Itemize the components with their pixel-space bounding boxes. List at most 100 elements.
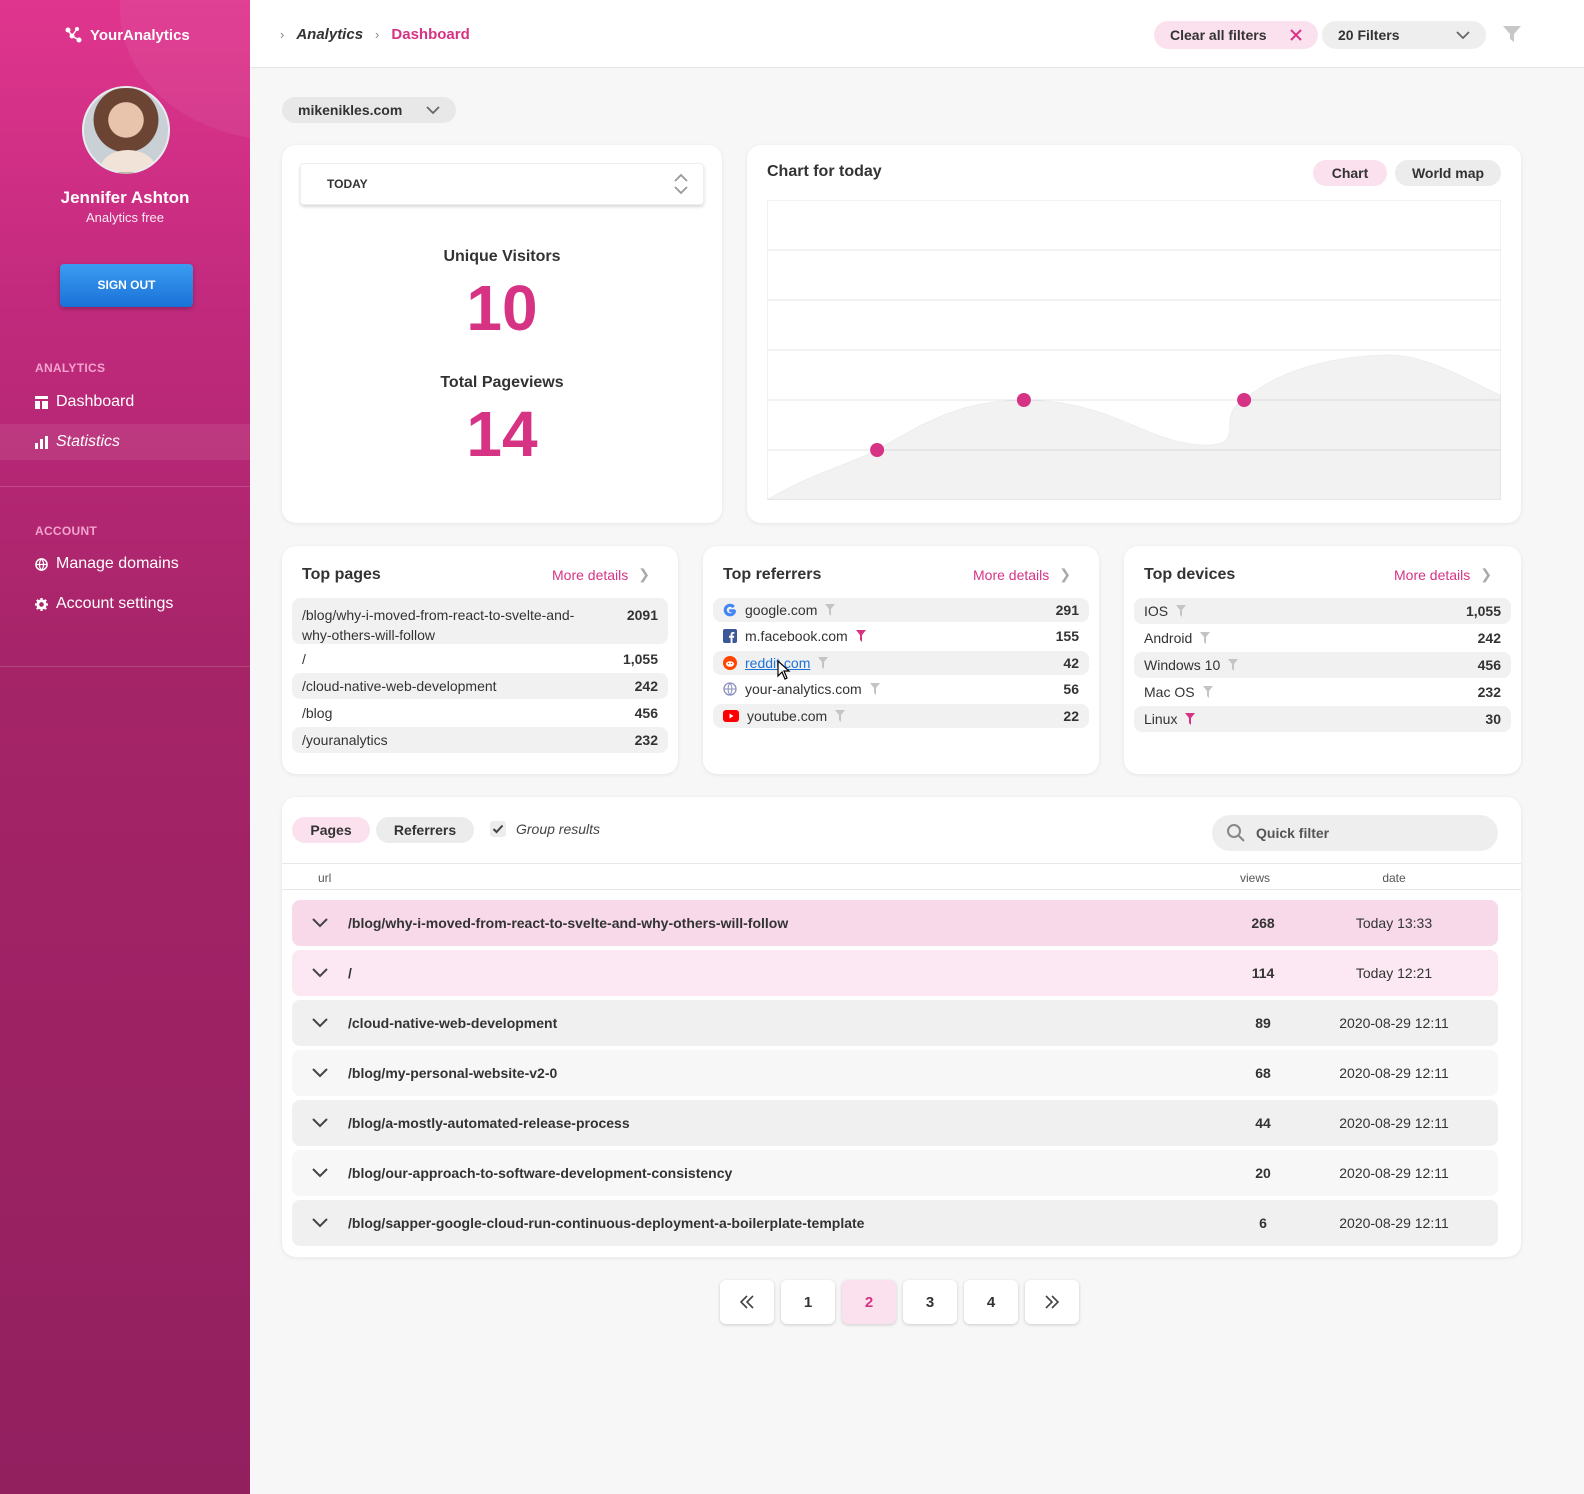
total-pageviews-value: 14 — [466, 398, 538, 470]
filter-icon[interactable] — [835, 710, 846, 722]
domain-select[interactable]: mikenikles.com — [282, 97, 456, 123]
sidebar-item-label: Statistics — [56, 433, 121, 450]
top-pages-more-details[interactable]: More details ❯ — [552, 566, 650, 583]
list-item[interactable]: Android 242 — [1134, 625, 1511, 651]
sidebar-item-dashboard[interactable]: Dashboard — [0, 384, 250, 420]
page-path: / — [302, 651, 306, 667]
sidebar-item-manage-domains[interactable]: Manage domains — [0, 546, 250, 582]
column-header-url[interactable]: url — [318, 871, 331, 885]
list-item[interactable]: reddit.com 42 — [713, 651, 1089, 675]
tab-chart[interactable]: Chart — [1313, 160, 1387, 186]
page-views: 242 — [634, 678, 658, 694]
table-row[interactable]: /blog/sapper-google-cloud-run-continuous… — [292, 1200, 1498, 1246]
list-item[interactable]: /blog 456 — [292, 700, 668, 726]
chart-card: Chart for today Chart World map — [747, 145, 1521, 523]
results-table-card: Pages Referrers Group results Quick filt… — [282, 797, 1521, 1257]
page-path: /blog — [302, 705, 333, 721]
filter-icon[interactable] — [1228, 659, 1239, 671]
top-referrers-more-details[interactable]: More details ❯ — [973, 566, 1071, 583]
chevron-down-icon — [426, 106, 440, 114]
pagination-page-2[interactable]: 2 — [842, 1280, 896, 1324]
list-item[interactable]: /cloud-native-web-development 242 — [292, 673, 668, 699]
list-item[interactable]: IOS 1,055 — [1134, 598, 1511, 624]
close-icon — [1290, 29, 1302, 41]
pagination-last-button[interactable] — [1025, 1280, 1079, 1324]
table-row[interactable]: /blog/a-mostly-automated-release-process… — [292, 1100, 1498, 1146]
referrer-views: 291 — [1055, 602, 1079, 618]
sign-out-button[interactable]: SIGN OUT — [60, 264, 193, 307]
tab-referrers[interactable]: Referrers — [376, 817, 474, 843]
tab-world-map[interactable]: World map — [1395, 160, 1501, 186]
sidebar-item-label: Manage domains — [56, 555, 179, 572]
breadcrumb-analytics[interactable]: Analytics — [296, 26, 363, 43]
chevron-down-icon[interactable] — [312, 1068, 328, 1078]
list-item[interactable]: /youranalytics 232 — [292, 727, 668, 753]
list-item[interactable]: /blog/why-i-moved-from-react-to-svelte-a… — [292, 598, 668, 644]
referrer-name: your-analytics.com — [745, 681, 862, 697]
table-row[interactable]: /blog/why-i-moved-from-react-to-svelte-a… — [292, 900, 1498, 946]
row-date: 2020-08-29 12:11 — [1339, 1015, 1449, 1031]
device-views: 456 — [1477, 657, 1501, 673]
filter-icon[interactable] — [1202, 686, 1213, 698]
filter-icon[interactable] — [869, 683, 880, 695]
row-views: 114 — [1251, 965, 1275, 981]
sidebar-item-statistics[interactable]: Statistics — [0, 424, 250, 460]
list-item[interactable]: youtube.com 22 — [713, 704, 1089, 728]
tab-pages[interactable]: Pages — [292, 817, 370, 843]
chevron-down-icon[interactable] — [312, 1118, 328, 1128]
list-item[interactable]: m.facebook.com 155 — [713, 624, 1089, 648]
list-item[interactable]: Mac OS 232 — [1134, 679, 1511, 705]
clear-filters-button[interactable]: Clear all filters — [1154, 21, 1318, 49]
table-row[interactable]: /blog/my-personal-website-v2-0 68 2020-0… — [292, 1050, 1498, 1096]
quick-filter-input[interactable]: Quick filter — [1212, 815, 1498, 851]
period-select[interactable]: TODAY — [300, 163, 704, 205]
filter-icon[interactable] — [825, 604, 836, 616]
filter-active-icon[interactable] — [855, 630, 866, 642]
table-divider — [282, 889, 1521, 890]
domain-select-value: mikenikles.com — [298, 102, 403, 118]
pagination-page-1[interactable]: 1 — [781, 1280, 835, 1324]
sidebar: YourAnalytics Jennifer Ashton Analytics … — [0, 0, 250, 1494]
filter-icon[interactable] — [818, 657, 829, 669]
filter-icon[interactable] — [1502, 24, 1522, 44]
row-date: 2020-08-29 12:11 — [1339, 1165, 1449, 1181]
avatar[interactable] — [82, 86, 170, 174]
list-item[interactable]: / 1,055 — [292, 646, 668, 672]
chevron-down-icon[interactable] — [312, 1168, 328, 1178]
app-logo[interactable]: YourAnalytics — [64, 26, 190, 44]
globe-icon — [35, 557, 48, 571]
column-header-views[interactable]: views — [1230, 871, 1280, 885]
table-row[interactable]: /cloud-native-web-development 89 2020-08… — [292, 1000, 1498, 1046]
filter-icon[interactable] — [1176, 605, 1187, 617]
chevron-down-icon[interactable] — [312, 1218, 328, 1228]
filters-label: 20 Filters — [1338, 27, 1400, 43]
reddit-icon — [723, 656, 737, 670]
chevron-down-icon[interactable] — [312, 1018, 328, 1028]
chart-data-point — [1016, 393, 1031, 407]
pagination-first-button[interactable] — [720, 1280, 774, 1324]
table-row[interactable]: / 114 Today 12:21 — [292, 950, 1498, 996]
chevron-down-icon[interactable] — [312, 918, 328, 928]
sidebar-item-account-settings[interactable]: Account settings — [0, 586, 250, 622]
list-item[interactable]: google.com 291 — [713, 598, 1089, 622]
list-item[interactable]: Linux 30 — [1134, 706, 1511, 732]
checkbox-checked-icon[interactable] — [490, 821, 506, 837]
chevron-right-icon: › — [280, 27, 285, 42]
chevron-down-icon[interactable] — [312, 968, 328, 978]
filter-active-icon[interactable] — [1185, 713, 1196, 725]
list-item[interactable]: your-analytics.com 56 — [713, 677, 1089, 701]
top-pages-title: Top pages — [302, 566, 381, 583]
mouse-cursor-icon — [777, 660, 791, 680]
table-row[interactable]: /blog/our-approach-to-software-developme… — [292, 1150, 1498, 1196]
page-views: 456 — [634, 705, 658, 721]
top-devices-more-details[interactable]: More details ❯ — [1394, 566, 1492, 583]
filter-icon[interactable] — [1200, 632, 1211, 644]
breadcrumb-dashboard[interactable]: Dashboard — [391, 26, 469, 43]
pagination-page-3[interactable]: 3 — [903, 1280, 957, 1324]
group-results-toggle[interactable]: Group results — [490, 821, 600, 837]
filters-dropdown[interactable]: 20 Filters — [1322, 21, 1486, 49]
pagination-page-4[interactable]: 4 — [964, 1280, 1018, 1324]
column-header-date[interactable]: date — [1324, 871, 1464, 885]
chevron-right-icon: ❯ — [638, 566, 650, 582]
list-item[interactable]: Windows 10 456 — [1134, 652, 1511, 678]
